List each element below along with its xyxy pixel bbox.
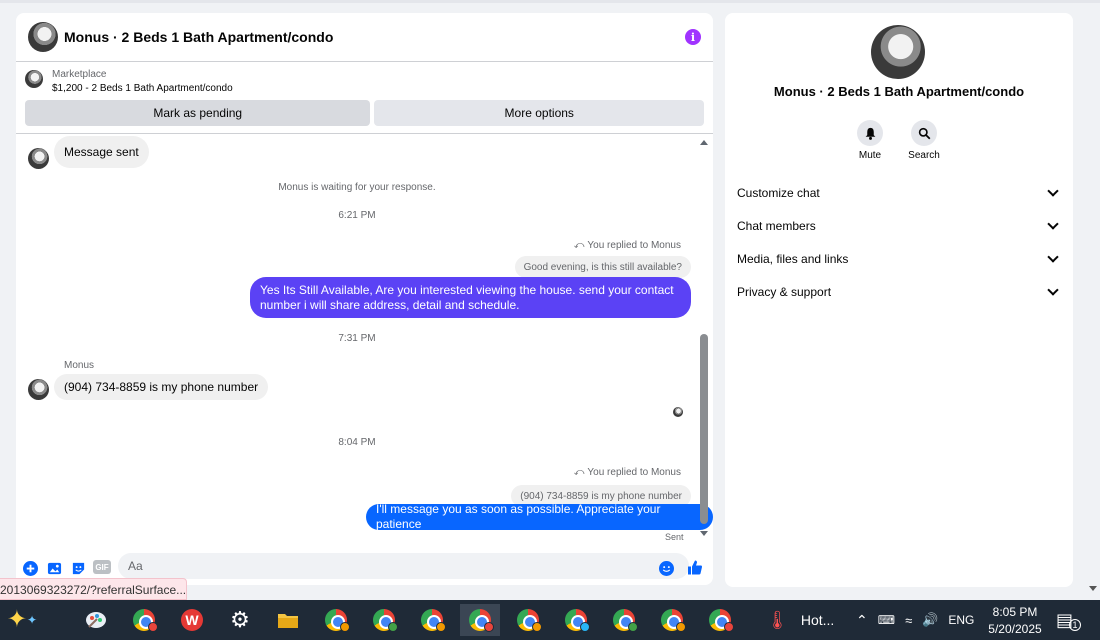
section-label: Customize chat <box>737 186 820 200</box>
section-label: Media, files and links <box>737 252 849 266</box>
message-bubble: (904) 734-8859 is my phone number <box>54 374 269 400</box>
plus-icon[interactable] <box>22 560 38 576</box>
clock[interactable]: 8:05 PM 5/20/2025 <box>984 600 1046 640</box>
search-icon <box>911 120 937 146</box>
mute-label: Mute <box>858 150 882 161</box>
message-list: Message sent Monus is waiting for your r… <box>16 136 713 546</box>
weather-label: Hot... <box>800 612 835 628</box>
waiting-notice: Monus is waiting for your response. <box>278 182 436 193</box>
section-privacy-support[interactable]: Privacy & support <box>737 277 1061 307</box>
chevron-down-icon <box>1047 218 1059 230</box>
sticker-icon[interactable] <box>70 560 86 576</box>
chrome-profile-icon[interactable] <box>556 604 596 636</box>
chrome-profile-icon[interactable] <box>364 604 404 636</box>
scroll-up-icon[interactable] <box>700 140 708 145</box>
ime-icon[interactable]: ⌨ <box>878 613 895 627</box>
chrome-profile-icon[interactable] <box>652 604 692 636</box>
clock-time: 8:05 PM <box>992 604 1038 619</box>
notification-count: 1 <box>1069 619 1082 631</box>
quoted-message[interactable]: Good evening, is this still available? <box>514 256 691 278</box>
emoji-icon[interactable] <box>658 560 674 576</box>
message-status: Sent <box>665 532 684 542</box>
chrome-profile-icon[interactable] <box>508 604 548 636</box>
chrome-icon[interactable] <box>124 604 164 636</box>
image-icon[interactable] <box>46 560 62 576</box>
browser-top-border <box>0 0 1100 3</box>
reply-tag: ⤺ You replied to Monus <box>574 467 681 478</box>
sender-name: Monus <box>64 360 95 371</box>
chrome-profile-icon[interactable] <box>604 604 644 636</box>
reply-tag: ⤺ You replied to Monus <box>574 240 681 251</box>
message-bubble-outgoing: Yes Its Still Available, Are you interes… <box>250 277 691 318</box>
reply-arrow-icon: ⤺ <box>573 467 585 478</box>
notification-center-icon[interactable]: ▤ 1 <box>1056 600 1082 640</box>
wps-office-icon[interactable]: W <box>172 604 212 636</box>
chrome-profile-icon[interactable] <box>412 604 452 636</box>
settings-gear-icon[interactable]: ⚙ <box>220 604 260 636</box>
chrome-profile-icon-active[interactable] <box>460 604 500 636</box>
sender-avatar <box>28 379 49 400</box>
show-hidden-icons-icon[interactable]: ⌃ <box>856 612 868 629</box>
more-options-button[interactable]: More options <box>374 100 704 126</box>
chevron-down-icon <box>1047 284 1059 296</box>
timestamp: 7:31 PM <box>338 333 376 344</box>
search-label: Search <box>908 150 940 161</box>
system-tray: ⌃ ⌨ ≈ 🔊 ENG <box>856 600 974 640</box>
section-label: Privacy & support <box>737 285 832 299</box>
scroll-thumb[interactable] <box>700 334 708 524</box>
chrome-profile-icon[interactable] <box>316 604 356 636</box>
chrome-profile-icon[interactable] <box>700 604 740 636</box>
weather-widget[interactable]: 🌡 Hot... <box>766 600 834 640</box>
mark-as-pending-button[interactable]: Mark as pending <box>25 100 371 126</box>
reply-tag-label: You replied to Monus <box>587 240 681 251</box>
search-button[interactable]: Search <box>904 120 944 161</box>
copilot-icon[interactable]: ✦ ✦ <box>2 604 42 636</box>
marketplace-label: Marketplace <box>52 69 107 80</box>
info-panel: Monus · 2 Beds 1 Bath Apartment/condo Mu… <box>725 13 1073 587</box>
info-icon[interactable]: i <box>685 29 701 45</box>
listing-thumbnail[interactable] <box>25 70 43 88</box>
mute-button[interactable]: Mute <box>850 120 890 161</box>
listing-banner: Marketplace $1,200 - 2 Beds 1 Bath Apart… <box>16 62 713 134</box>
chat-avatar[interactable] <box>28 22 58 52</box>
seen-avatar <box>673 407 683 417</box>
chat-title[interactable]: Monus · 2 Beds 1 Bath Apartment/condo <box>64 29 685 45</box>
taskbar: ✦ ✦ W ⚙ 🌡 Hot... ⌃ ⌨ ≈ 🔊 ENG 8:05 PM 5/20… <box>0 600 1100 640</box>
message-scrollbar[interactable] <box>698 136 710 546</box>
link-status-tooltip: 2013069323272/?referralSurface... <box>0 578 187 600</box>
language-indicator[interactable]: ENG <box>948 613 974 627</box>
section-chat-members[interactable]: Chat members <box>737 211 1061 241</box>
reply-tag-label: You replied to Monus <box>587 467 681 478</box>
clock-date: 5/20/2025 <box>988 621 1042 636</box>
timestamp: 6:21 PM <box>338 210 376 221</box>
paint-app-icon[interactable] <box>76 604 116 636</box>
message-bubble-outgoing: I'll message you as soon as possible. Ap… <box>366 502 713 531</box>
thermometer-icon: 🌡 <box>766 609 789 630</box>
chevron-down-icon <box>1047 185 1059 197</box>
info-title: Monus · 2 Beds 1 Bath Apartment/condo <box>773 84 1025 99</box>
reply-arrow-icon: ⤺ <box>573 240 585 251</box>
listing-subtitle[interactable]: $1,200 - 2 Beds 1 Bath Apartment/condo <box>52 81 233 96</box>
section-label: Chat members <box>737 219 816 233</box>
chat-header: Monus · 2 Beds 1 Bath Apartment/condo i <box>16 13 713 62</box>
message-bubble: Message sent <box>54 136 149 168</box>
chevron-down-icon <box>1047 251 1059 263</box>
page-scroll-down-icon[interactable] <box>1089 586 1097 591</box>
section-customize-chat[interactable]: Customize chat <box>737 178 1061 208</box>
chat-panel: Monus · 2 Beds 1 Bath Apartment/condo i … <box>16 13 713 585</box>
message-input[interactable]: Aa <box>118 553 689 579</box>
volume-icon[interactable]: 🔊 <box>922 612 938 628</box>
gif-icon[interactable]: GIF <box>93 560 111 574</box>
wifi-icon[interactable]: ≈ <box>905 613 912 628</box>
message-input-placeholder: Aa <box>128 559 143 573</box>
thumbs-up-icon[interactable] <box>687 559 703 575</box>
profile-avatar[interactable] <box>871 25 925 79</box>
timestamp: 8:04 PM <box>338 437 376 448</box>
bell-icon <box>857 120 883 146</box>
scroll-down-icon[interactable] <box>700 531 708 536</box>
file-explorer-icon[interactable] <box>268 604 308 636</box>
sender-avatar <box>28 148 49 169</box>
section-media-files-links[interactable]: Media, files and links <box>737 244 1061 274</box>
